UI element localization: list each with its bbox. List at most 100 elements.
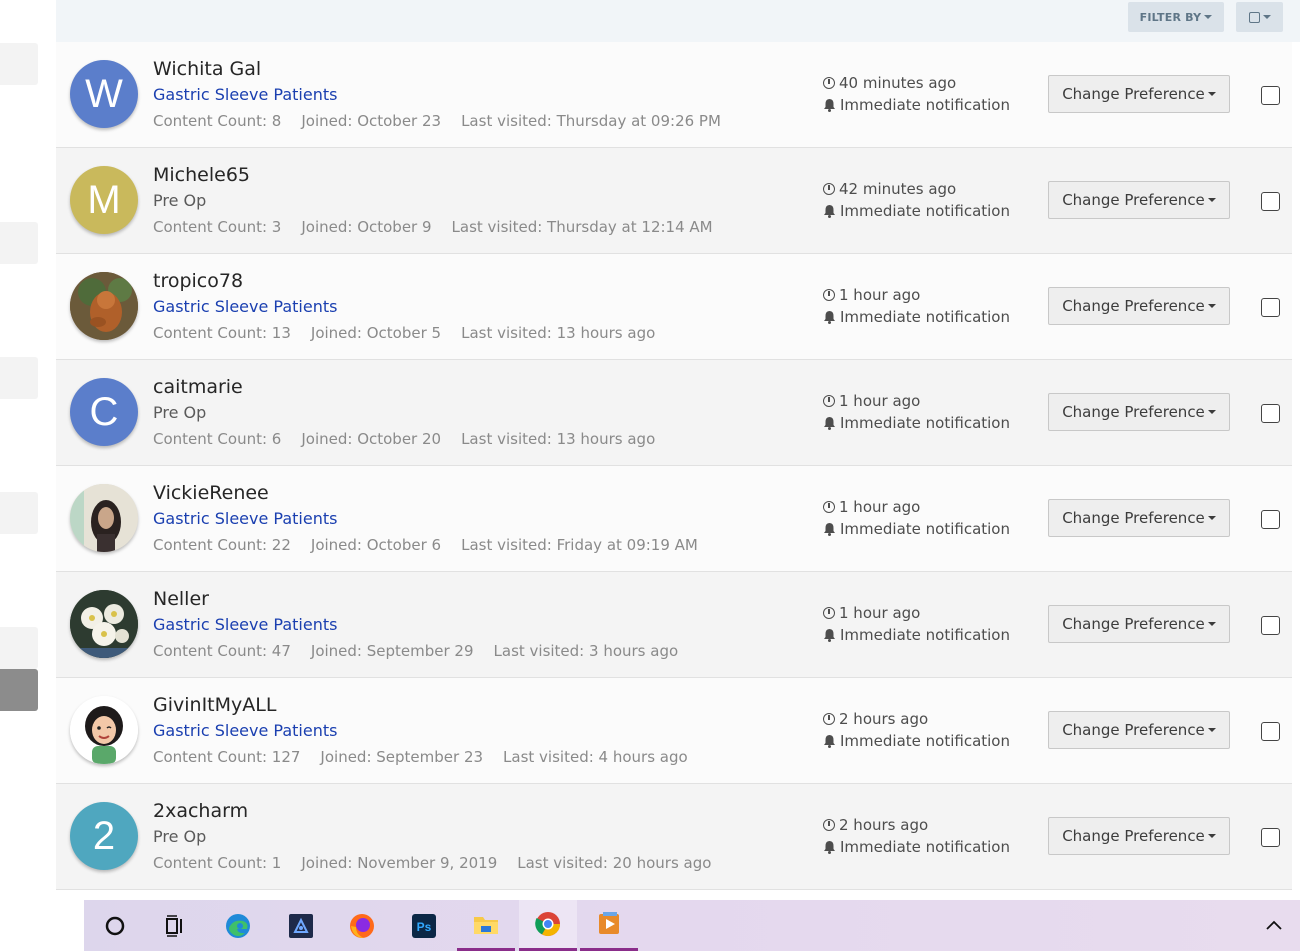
change-preference-button[interactable]: Change Preference [1048,499,1230,537]
follow-time: 1 hour ago [823,392,920,410]
left-tab[interactable] [0,492,38,534]
member-group[interactable]: Gastric Sleeve Patients [153,85,337,104]
chevron-down-icon [1262,15,1271,19]
member-meta: Content Count: 127 Joined: September 23 La… [153,748,708,766]
member-group[interactable]: Gastric Sleeve Patients [153,509,337,528]
member-meta: Content Count: 1 Joined: November 9, 2019… [153,854,731,872]
member-name-link[interactable]: Wichita Gal [153,58,261,80]
chrome-icon[interactable] [519,900,577,951]
member-name-link[interactable]: GivinItMyALL [153,694,276,716]
change-preference-button[interactable]: Change Preference [1048,605,1230,643]
follow-time-text: 2 hours ago [839,816,929,834]
avatar[interactable]: M [70,166,138,234]
avatar-letter: C [89,389,119,434]
row-checkbox[interactable] [1261,298,1280,317]
follow-time-text: 1 hour ago [839,498,921,516]
change-preference-button[interactable]: Change Preference [1048,75,1230,113]
member-meta: Content Count: 22 Joined: October 6 Last v… [153,536,718,554]
change-preference-button[interactable]: Change Preference [1048,393,1230,431]
row-checkbox[interactable] [1261,86,1280,105]
left-tab[interactable] [0,357,38,399]
meta-last-visited: Last visited: 20 hours ago [517,854,712,872]
member-row: GivinItMyALL Gastric Sleeve Patients Conte… [56,678,1292,784]
change-preference-label: Change Preference [1062,615,1205,633]
member-name-link[interactable]: caitmarie [153,376,243,398]
left-tab[interactable] [0,43,38,85]
edge-icon[interactable] [209,900,267,951]
member-group: Pre Op [153,827,207,846]
meta-content-count: Content Count: 8 [153,112,282,130]
notification-text: Immediate notification [840,838,1010,856]
member-row: 2 2xacharm Pre Op Content Count: 1 Joined: N… [56,784,1292,890]
change-preference-button[interactable]: Change Preference [1048,817,1230,855]
notification-type: Immediate notification [823,202,1010,220]
change-preference-label: Change Preference [1062,403,1205,421]
member-name-link[interactable]: tropico78 [153,270,243,292]
row-checkbox[interactable] [1261,510,1280,529]
cortana-icon[interactable] [86,900,144,951]
change-preference-button[interactable]: Change Preference [1048,181,1230,219]
member-name-link[interactable]: VickieRenee [153,482,269,504]
notification-text: Immediate notification [840,732,1010,750]
follow-time: 2 hours ago [823,816,928,834]
select-all-button[interactable] [1236,2,1283,32]
avatar-letter: M [87,177,121,222]
chevron-down-icon [1207,834,1216,838]
app-dark-icon[interactable] [272,900,330,951]
left-tab[interactable] [0,627,38,669]
member-meta: Content Count: 13 Joined: October 5 Last v… [153,324,675,342]
member-group[interactable]: Gastric Sleeve Patients [153,615,337,634]
follow-time: 1 hour ago [823,604,920,622]
avatar[interactable]: 2 [70,802,138,870]
notification-type: Immediate notification [823,626,1010,644]
notification-text: Immediate notification [840,520,1010,538]
row-checkbox[interactable] [1261,616,1280,635]
row-checkbox[interactable] [1261,192,1280,211]
row-checkbox[interactable] [1261,404,1280,423]
change-preference-button[interactable]: Change Preference [1048,711,1230,749]
notification-text: Immediate notification [840,414,1010,432]
clock-icon [823,607,835,619]
filter-by-label: FILTER BY [1139,10,1202,24]
follow-time-text: 40 minutes ago [839,74,957,92]
member-group: Pre Op [153,403,207,422]
member-name-link[interactable]: Michele65 [153,164,250,186]
meta-last-visited: Last visited: 4 hours ago [503,748,688,766]
firefox-icon[interactable] [333,900,391,951]
notification-type: Immediate notification [823,414,1010,432]
left-tab-active[interactable] [0,669,38,711]
chevron-down-icon [1207,410,1216,414]
task-view-icon[interactable] [146,900,204,951]
filter-by-button[interactable]: FILTER BY [1128,2,1224,32]
file-explorer-icon[interactable] [457,900,515,951]
notification-type: Immediate notification [823,732,1010,750]
meta-joined: Joined: October 23 [301,112,442,130]
bell-icon [823,840,836,854]
avatar[interactable]: W [70,60,138,128]
avatar[interactable] [70,272,138,340]
list-toolbar [56,0,1300,42]
notification-text: Immediate notification [840,96,1010,114]
left-tab[interactable] [0,222,38,264]
avatar[interactable]: C [70,378,138,446]
member-name-link[interactable]: 2xacharm [153,800,248,822]
change-preference-label: Change Preference [1062,509,1205,527]
member-row: tropico78 Gastric Sleeve Patients Content … [56,254,1292,360]
change-preference-button[interactable]: Change Preference [1048,287,1230,325]
member-row: M Michele65 Pre Op Content Count: 3 Joined: … [56,148,1292,254]
photoshop-icon[interactable]: Ps [395,900,453,951]
media-app-icon[interactable] [580,900,638,951]
taskbar-search-area[interactable] [0,900,84,951]
row-checkbox[interactable] [1261,722,1280,741]
avatar[interactable] [70,590,138,658]
avatar[interactable] [70,484,138,552]
member-name-link[interactable]: Neller [153,588,209,610]
row-checkbox[interactable] [1261,828,1280,847]
avatar[interactable] [70,696,138,764]
follow-time-text: 2 hours ago [839,710,929,728]
member-group[interactable]: Gastric Sleeve Patients [153,297,337,316]
member-group[interactable]: Gastric Sleeve Patients [153,721,337,740]
chevron-up-icon[interactable] [1264,916,1284,936]
clock-icon [823,395,835,407]
meta-content-count: Content Count: 13 [153,324,291,342]
